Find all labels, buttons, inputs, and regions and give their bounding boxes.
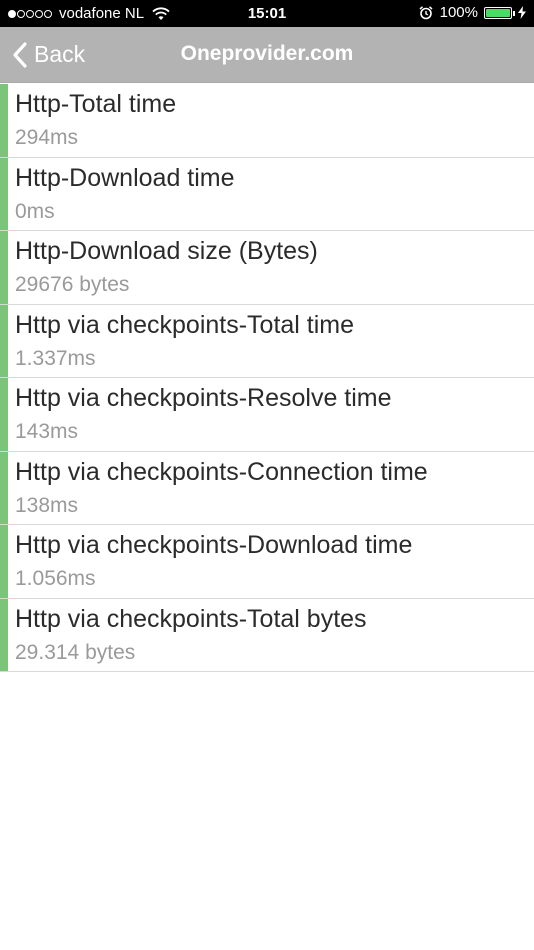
charging-bolt-icon bbox=[518, 6, 526, 19]
status-bar: vodafone NL 15:01 100% bbox=[0, 0, 534, 27]
item-value: 29.314 bytes bbox=[15, 640, 136, 664]
alarm-icon bbox=[419, 5, 433, 19]
item-value: 29676 bytes bbox=[15, 273, 130, 296]
item-title: Http via checkpoints-Connection time bbox=[15, 457, 428, 486]
item-value: 143ms bbox=[15, 420, 79, 443]
battery-percent: 100% bbox=[439, 4, 478, 21]
item-value: 138ms bbox=[15, 493, 79, 517]
results-list: Http-Total time 294ms Http-Download time… bbox=[0, 84, 534, 672]
accent-bar bbox=[0, 378, 8, 451]
list-item[interactable]: Http via checkpoints-Connection time 138… bbox=[0, 451, 534, 525]
nav-bar: Back Oneprovider.com bbox=[0, 27, 534, 83]
page-title: Oneprovider.com bbox=[180, 42, 354, 65]
accent-bar bbox=[0, 304, 8, 377]
item-title: Http-Download size (Bytes) bbox=[15, 237, 318, 265]
status-right: 100% bbox=[419, 4, 526, 21]
item-title: Http-Download time bbox=[15, 163, 235, 192]
item-value: 294ms bbox=[15, 126, 79, 149]
accent-bar bbox=[0, 157, 8, 230]
item-title: Http via checkpoints-Download time bbox=[15, 531, 413, 559]
accent-bar bbox=[0, 525, 8, 598]
accent-bar bbox=[0, 84, 8, 157]
list-item[interactable]: Http via checkpoints-Download time 1.056… bbox=[0, 525, 534, 599]
item-value: 1.337ms bbox=[15, 346, 96, 370]
list-item[interactable]: Http-Total time 294ms bbox=[0, 84, 534, 158]
list-item[interactable]: Http-Download size (Bytes) 29676 bytes bbox=[0, 231, 534, 305]
item-title: Http via checkpoints-Resolve time bbox=[15, 384, 392, 412]
list-item[interactable]: Http via checkpoints-Resolve time 143ms bbox=[0, 378, 534, 452]
battery-fill bbox=[486, 8, 510, 17]
accent-bar bbox=[0, 451, 8, 524]
item-value: 1.056ms bbox=[15, 567, 96, 590]
accent-bar bbox=[0, 598, 8, 671]
item-value: 0ms bbox=[15, 199, 55, 223]
list-item[interactable]: Http via checkpoints-Total time 1.337ms bbox=[0, 304, 534, 378]
list-item[interactable]: Http via checkpoints-Total bytes 29.314 … bbox=[0, 598, 534, 672]
accent-bar bbox=[0, 231, 8, 304]
battery-icon bbox=[484, 6, 515, 19]
item-title: Http via checkpoints-Total time bbox=[15, 310, 355, 339]
item-title: Http via checkpoints-Total bytes bbox=[15, 604, 367, 633]
item-title: Http-Total time bbox=[15, 90, 177, 118]
list-item[interactable]: Http-Download time 0ms bbox=[0, 157, 534, 231]
